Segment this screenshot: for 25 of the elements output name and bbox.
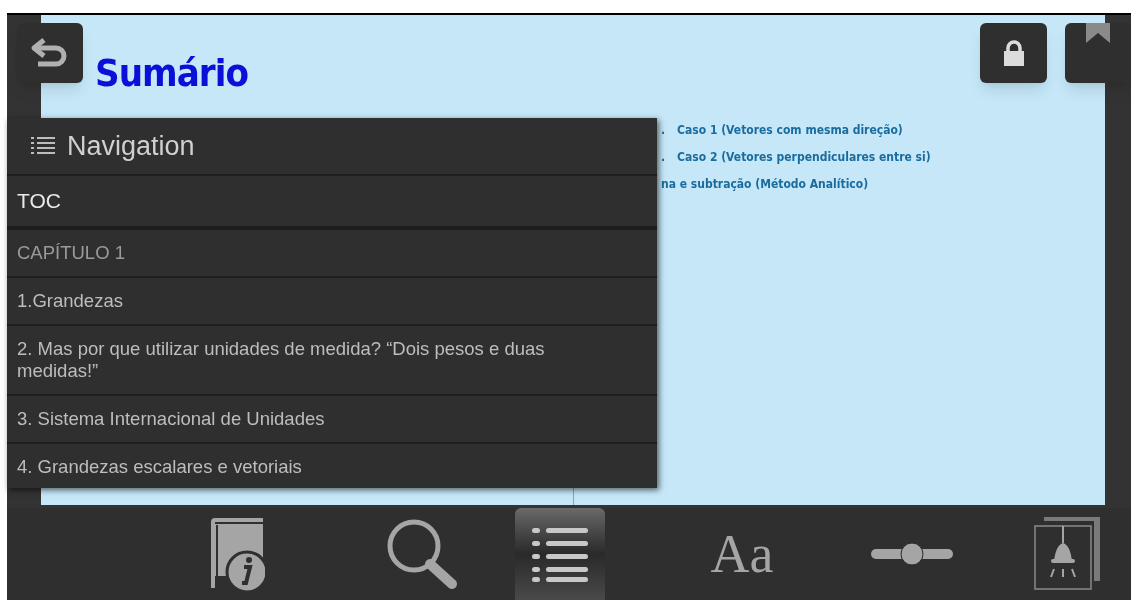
book-info-icon	[209, 516, 265, 592]
toc-item[interactable]: 2. Mas por que utilizar unidades de medida? “Dois pesos e duas medidas!”	[7, 326, 657, 396]
toc-item[interactable]: 3. Sistema Internacional de Unidades	[7, 396, 657, 444]
lock-button[interactable]	[980, 23, 1047, 83]
toc-item[interactable]: 4. Grandezas escalares e vetoriais	[7, 444, 657, 488]
slider-icon	[871, 542, 953, 566]
toc-link[interactable]: na e subtração (Método Analítico)	[661, 175, 869, 193]
toc-link[interactable]: Caso 1 (Vetores com mesma direção)	[677, 121, 903, 139]
list-number: .	[661, 122, 666, 139]
list-number: .	[661, 149, 666, 166]
bookmark-icon	[1086, 23, 1110, 43]
section-title: TOC	[17, 188, 61, 215]
page-title: Sumário	[95, 50, 249, 97]
lamp-icon	[1034, 517, 1100, 591]
toc-button[interactable]	[515, 508, 605, 600]
panel-title: Navigation	[67, 129, 195, 163]
back-button[interactable]	[17, 23, 83, 83]
list-icon	[532, 526, 588, 582]
toc-item[interactable]: 1.Grandezas	[7, 278, 657, 326]
chapter-heading[interactable]: CAPÍTULO 1	[7, 230, 657, 278]
list-icon	[31, 136, 55, 156]
font-button[interactable]: Aa	[697, 508, 787, 600]
toc-link[interactable]: Caso 2 (Vetores perpendiculares entre si)	[677, 148, 931, 166]
bookmark-button[interactable]	[1065, 23, 1131, 83]
lock-icon	[1001, 39, 1026, 67]
